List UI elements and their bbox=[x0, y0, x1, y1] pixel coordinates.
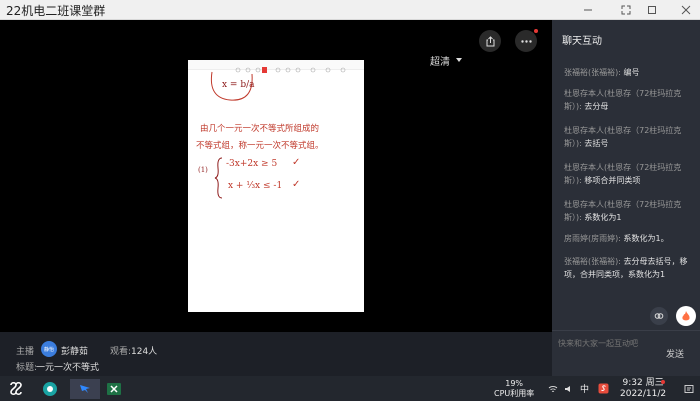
window-title: 22机电二班课堂群 bbox=[6, 4, 106, 18]
quality-label: 超清 bbox=[430, 56, 450, 68]
viewers-count: 124人 bbox=[131, 347, 158, 357]
message-sender: 张福裕(张福裕): bbox=[564, 68, 621, 77]
gift-button[interactable] bbox=[676, 306, 696, 326]
clock-date: 2022/11/2 bbox=[620, 388, 667, 399]
message-sender: 杜恩存本人(杜恩存（72柱玛拉克斯）): bbox=[564, 89, 682, 111]
message-text: 编号 bbox=[623, 68, 640, 77]
chat-panel: 聊天互动 张福裕(张福裕): 编号 杜恩存本人(杜恩存（72柱玛拉克斯）): 去… bbox=[552, 20, 700, 376]
share-icon bbox=[486, 35, 494, 46]
message-text: 去分母 bbox=[584, 102, 609, 111]
chat-message: 杜恩存本人(杜恩存（72柱玛拉克斯）): 移项合并同类项 bbox=[564, 161, 694, 187]
cpu-percent: 19% bbox=[505, 378, 524, 388]
live-info-bar: 主播 彭静茹 观看: 124人 标题: 一元一次不等式 bbox=[0, 332, 552, 376]
inequality-1: -3x+2x ≥ 5 bbox=[226, 159, 278, 169]
speaker-icon[interactable] bbox=[564, 376, 574, 401]
dingtalk-icon[interactable] bbox=[70, 379, 100, 399]
link-button[interactable] bbox=[650, 307, 668, 325]
chat-title: 聊天互动 bbox=[562, 36, 602, 47]
browser-icon[interactable] bbox=[40, 379, 60, 399]
chat-message: 杜恩存本人(杜恩存（72柱玛拉克斯）): 去括号 bbox=[564, 124, 694, 150]
topic-label: 标题: bbox=[16, 363, 38, 373]
viewers-label: 观看: bbox=[110, 347, 132, 357]
title-bar: 22机电二班课堂群 bbox=[0, 0, 700, 20]
clock[interactable]: 9:32 周三 2022/11/2 bbox=[620, 376, 666, 401]
host-label: 主播 bbox=[16, 347, 35, 357]
message-text: 去括号 bbox=[584, 139, 609, 148]
start-icon[interactable] bbox=[6, 379, 26, 399]
wifi-icon[interactable] bbox=[548, 376, 558, 401]
host-name[interactable]: 彭静茹 bbox=[61, 344, 88, 357]
avatar[interactable]: 静怡 bbox=[41, 341, 57, 357]
message-sender: 张福裕(张福裕): bbox=[564, 257, 621, 266]
flame-icon bbox=[682, 311, 690, 321]
share-button[interactable] bbox=[479, 30, 501, 52]
message-sender: 杜恩存本人(杜恩存（72柱玛拉克斯）): bbox=[564, 200, 682, 222]
chat-message: 张福裕(张福裕): 编号 bbox=[564, 66, 694, 79]
cpu-label: CPU利用率 bbox=[494, 388, 535, 398]
item-label: (1) bbox=[198, 166, 208, 174]
shared-whiteboard: x = b/a 由几个一元一次不等式所组成的 不等式组，称一元一次不等式组。 (… bbox=[188, 60, 364, 312]
link-icon bbox=[654, 313, 664, 319]
definition-line-2: 不等式组，称一元一次不等式组。 bbox=[196, 141, 324, 151]
close-icon[interactable] bbox=[676, 1, 696, 19]
message-text: 系数化为1。 bbox=[623, 234, 669, 243]
chat-divider bbox=[552, 330, 700, 331]
chevron-down-icon bbox=[456, 58, 462, 62]
cpu-meter[interactable]: 19% CPU利用率 bbox=[494, 376, 534, 401]
more-button[interactable] bbox=[515, 30, 537, 52]
message-sender: 杜恩存本人(杜恩存（72柱玛拉克斯）): bbox=[564, 126, 682, 148]
more-icon bbox=[520, 39, 532, 43]
notification-badge bbox=[661, 380, 665, 384]
minimize-icon[interactable] bbox=[578, 1, 598, 19]
chat-message: 张福裕(张福裕): 去分母去括号，移项，合并同类项，系数化为1 bbox=[564, 255, 694, 281]
chat-message: 杜恩存本人(杜恩存（72柱玛拉克斯）): 系数化为1 bbox=[564, 198, 694, 224]
checkmark-2: ✓ bbox=[292, 179, 301, 190]
fullscreen-icon[interactable] bbox=[616, 1, 636, 19]
ime-indicator[interactable]: 中 bbox=[580, 376, 589, 401]
whiteboard-toolbar bbox=[188, 60, 364, 73]
message-sender: 房雨婷(房雨婷): bbox=[564, 234, 621, 243]
taskbar: 19% CPU利用率 中 9:32 周三 2022/11/2 bbox=[0, 376, 700, 401]
message-text: 系数化为1 bbox=[584, 213, 622, 222]
chat-input[interactable] bbox=[558, 334, 658, 352]
notification-dot bbox=[534, 29, 538, 33]
chat-message: 杜恩存本人(杜恩存（72柱玛拉克斯）): 去分母 bbox=[564, 87, 694, 113]
restore-icon[interactable] bbox=[642, 1, 662, 19]
quality-selector[interactable]: 超清 bbox=[430, 51, 462, 69]
excel-icon[interactable] bbox=[104, 379, 124, 399]
sogou-icon[interactable] bbox=[598, 376, 609, 401]
video-stage[interactable]: x = b/a 由几个一元一次不等式所组成的 不等式组，称一元一次不等式组。 (… bbox=[0, 20, 552, 332]
notification-center-icon[interactable] bbox=[684, 376, 694, 401]
definition-line-1: 由几个一元一次不等式所组成的 bbox=[200, 124, 320, 134]
inequality-2: x + ⅓x ≤ -1 bbox=[228, 181, 283, 191]
equation-fraction: x = b/a bbox=[222, 80, 255, 90]
checkmark-1: ✓ bbox=[292, 157, 301, 168]
system-brace bbox=[214, 157, 223, 199]
send-button[interactable]: 发送 bbox=[666, 347, 684, 360]
chat-message: 房雨婷(房雨婷): 系数化为1。 bbox=[564, 232, 694, 245]
message-text: 移项合并同类项 bbox=[584, 176, 641, 185]
clock-time: 9:32 周三 bbox=[622, 377, 664, 388]
topic-value: 一元一次不等式 bbox=[36, 363, 100, 373]
